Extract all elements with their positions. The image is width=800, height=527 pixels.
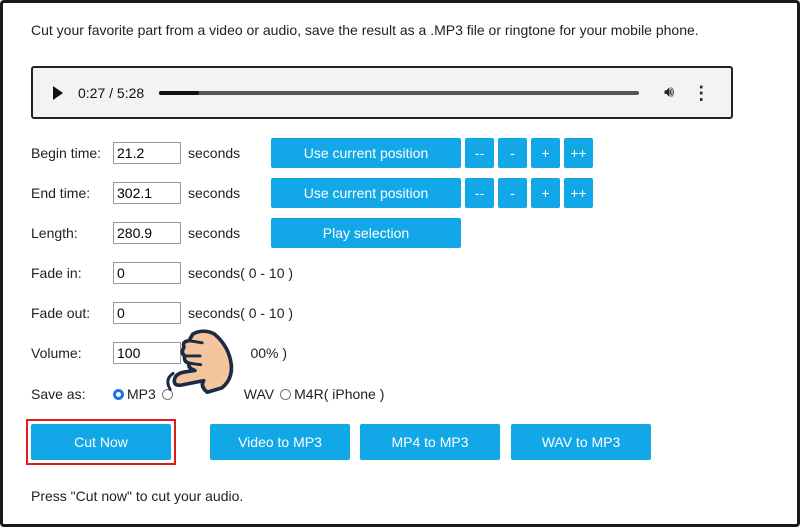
status-text: Press "Cut now" to cut your audio. <box>31 488 244 504</box>
fade-in-row: Fade in: seconds( 0 - 10 ) <box>31 259 293 287</box>
end-label: End time: <box>31 185 91 201</box>
end-time-input[interactable] <box>113 182 181 204</box>
mp4-to-mp3-button[interactable]: MP4 to MP3 <box>360 424 500 460</box>
more-options-icon[interactable]: ⋮ <box>692 84 710 102</box>
volume-label: Volume: <box>31 345 82 361</box>
begin-row: Begin time: seconds Use current position… <box>31 138 597 168</box>
radio-mp3[interactable]: MP3 <box>113 386 156 402</box>
radio-wav-label: WAV <box>243 386 275 402</box>
begin-plus2-button[interactable]: ++ <box>564 138 593 168</box>
length-row: Length: seconds Play selection <box>31 218 465 248</box>
fade-out-input[interactable] <box>113 302 181 324</box>
length-input[interactable] <box>113 222 181 244</box>
play-selection-button[interactable]: Play selection <box>271 218 461 248</box>
length-unit: seconds <box>188 225 241 241</box>
begin-minus2-button[interactable]: -- <box>465 138 494 168</box>
fade-out-label: Fade out: <box>31 305 91 321</box>
video-to-mp3-button[interactable]: Video to MP3 <box>210 424 350 460</box>
fade-out-row: Fade out: seconds( 0 - 10 ) <box>31 299 293 327</box>
begin-label: Begin time: <box>31 145 102 161</box>
intro-text: Cut your favorite part from a video or a… <box>31 22 699 38</box>
radio-m4r[interactable]: M4R( iPhone ) <box>280 386 384 402</box>
begin-minus-button[interactable]: - <box>498 138 527 168</box>
radio-m4r-label: M4R( iPhone ) <box>294 386 385 402</box>
volume-range: 00% ) <box>250 345 288 361</box>
begin-unit: seconds <box>188 145 241 161</box>
fade-in-label: Fade in: <box>31 265 82 281</box>
radio-wav[interactable]: WAV <box>244 386 274 402</box>
fade-out-unit: seconds( 0 - 10 ) <box>188 305 294 321</box>
end-minus2-button[interactable]: -- <box>465 178 494 208</box>
end-row: End time: seconds Use current position -… <box>31 178 597 208</box>
pointing-hand-icon <box>166 329 234 394</box>
player-time: 0:27 / 5:28 <box>78 84 145 101</box>
radio-m4r-circle[interactable] <box>280 388 292 400</box>
radio-mp3-circle[interactable] <box>113 388 124 400</box>
begin-use-current-button[interactable]: Use current position <box>271 138 461 168</box>
end-plus2-button[interactable]: ++ <box>564 178 593 208</box>
end-unit: seconds <box>188 185 241 201</box>
radio-mp3-label: MP3 <box>127 386 156 402</box>
play-icon[interactable] <box>53 85 63 100</box>
begin-time-input[interactable] <box>113 142 181 164</box>
end-plus-button[interactable]: + <box>531 178 560 208</box>
highlight-box <box>26 419 176 465</box>
audio-player[interactable]: 0:27 / 5:28 🔊︎ ⋮ <box>31 66 733 119</box>
begin-plus-button[interactable]: + <box>531 138 560 168</box>
seek-progress <box>159 90 199 95</box>
end-use-current-button[interactable]: Use current position <box>271 178 461 208</box>
save-as-label: Save as: <box>31 386 86 402</box>
volume-icon[interactable]: 🔊︎ <box>664 84 674 102</box>
fade-in-input[interactable] <box>113 262 181 284</box>
end-minus-button[interactable]: - <box>498 178 527 208</box>
wav-to-mp3-button[interactable]: WAV to MP3 <box>511 424 651 460</box>
seek-bar[interactable] <box>159 90 640 95</box>
length-label: Length: <box>31 225 78 241</box>
fade-in-unit: seconds( 0 - 10 ) <box>188 265 294 281</box>
